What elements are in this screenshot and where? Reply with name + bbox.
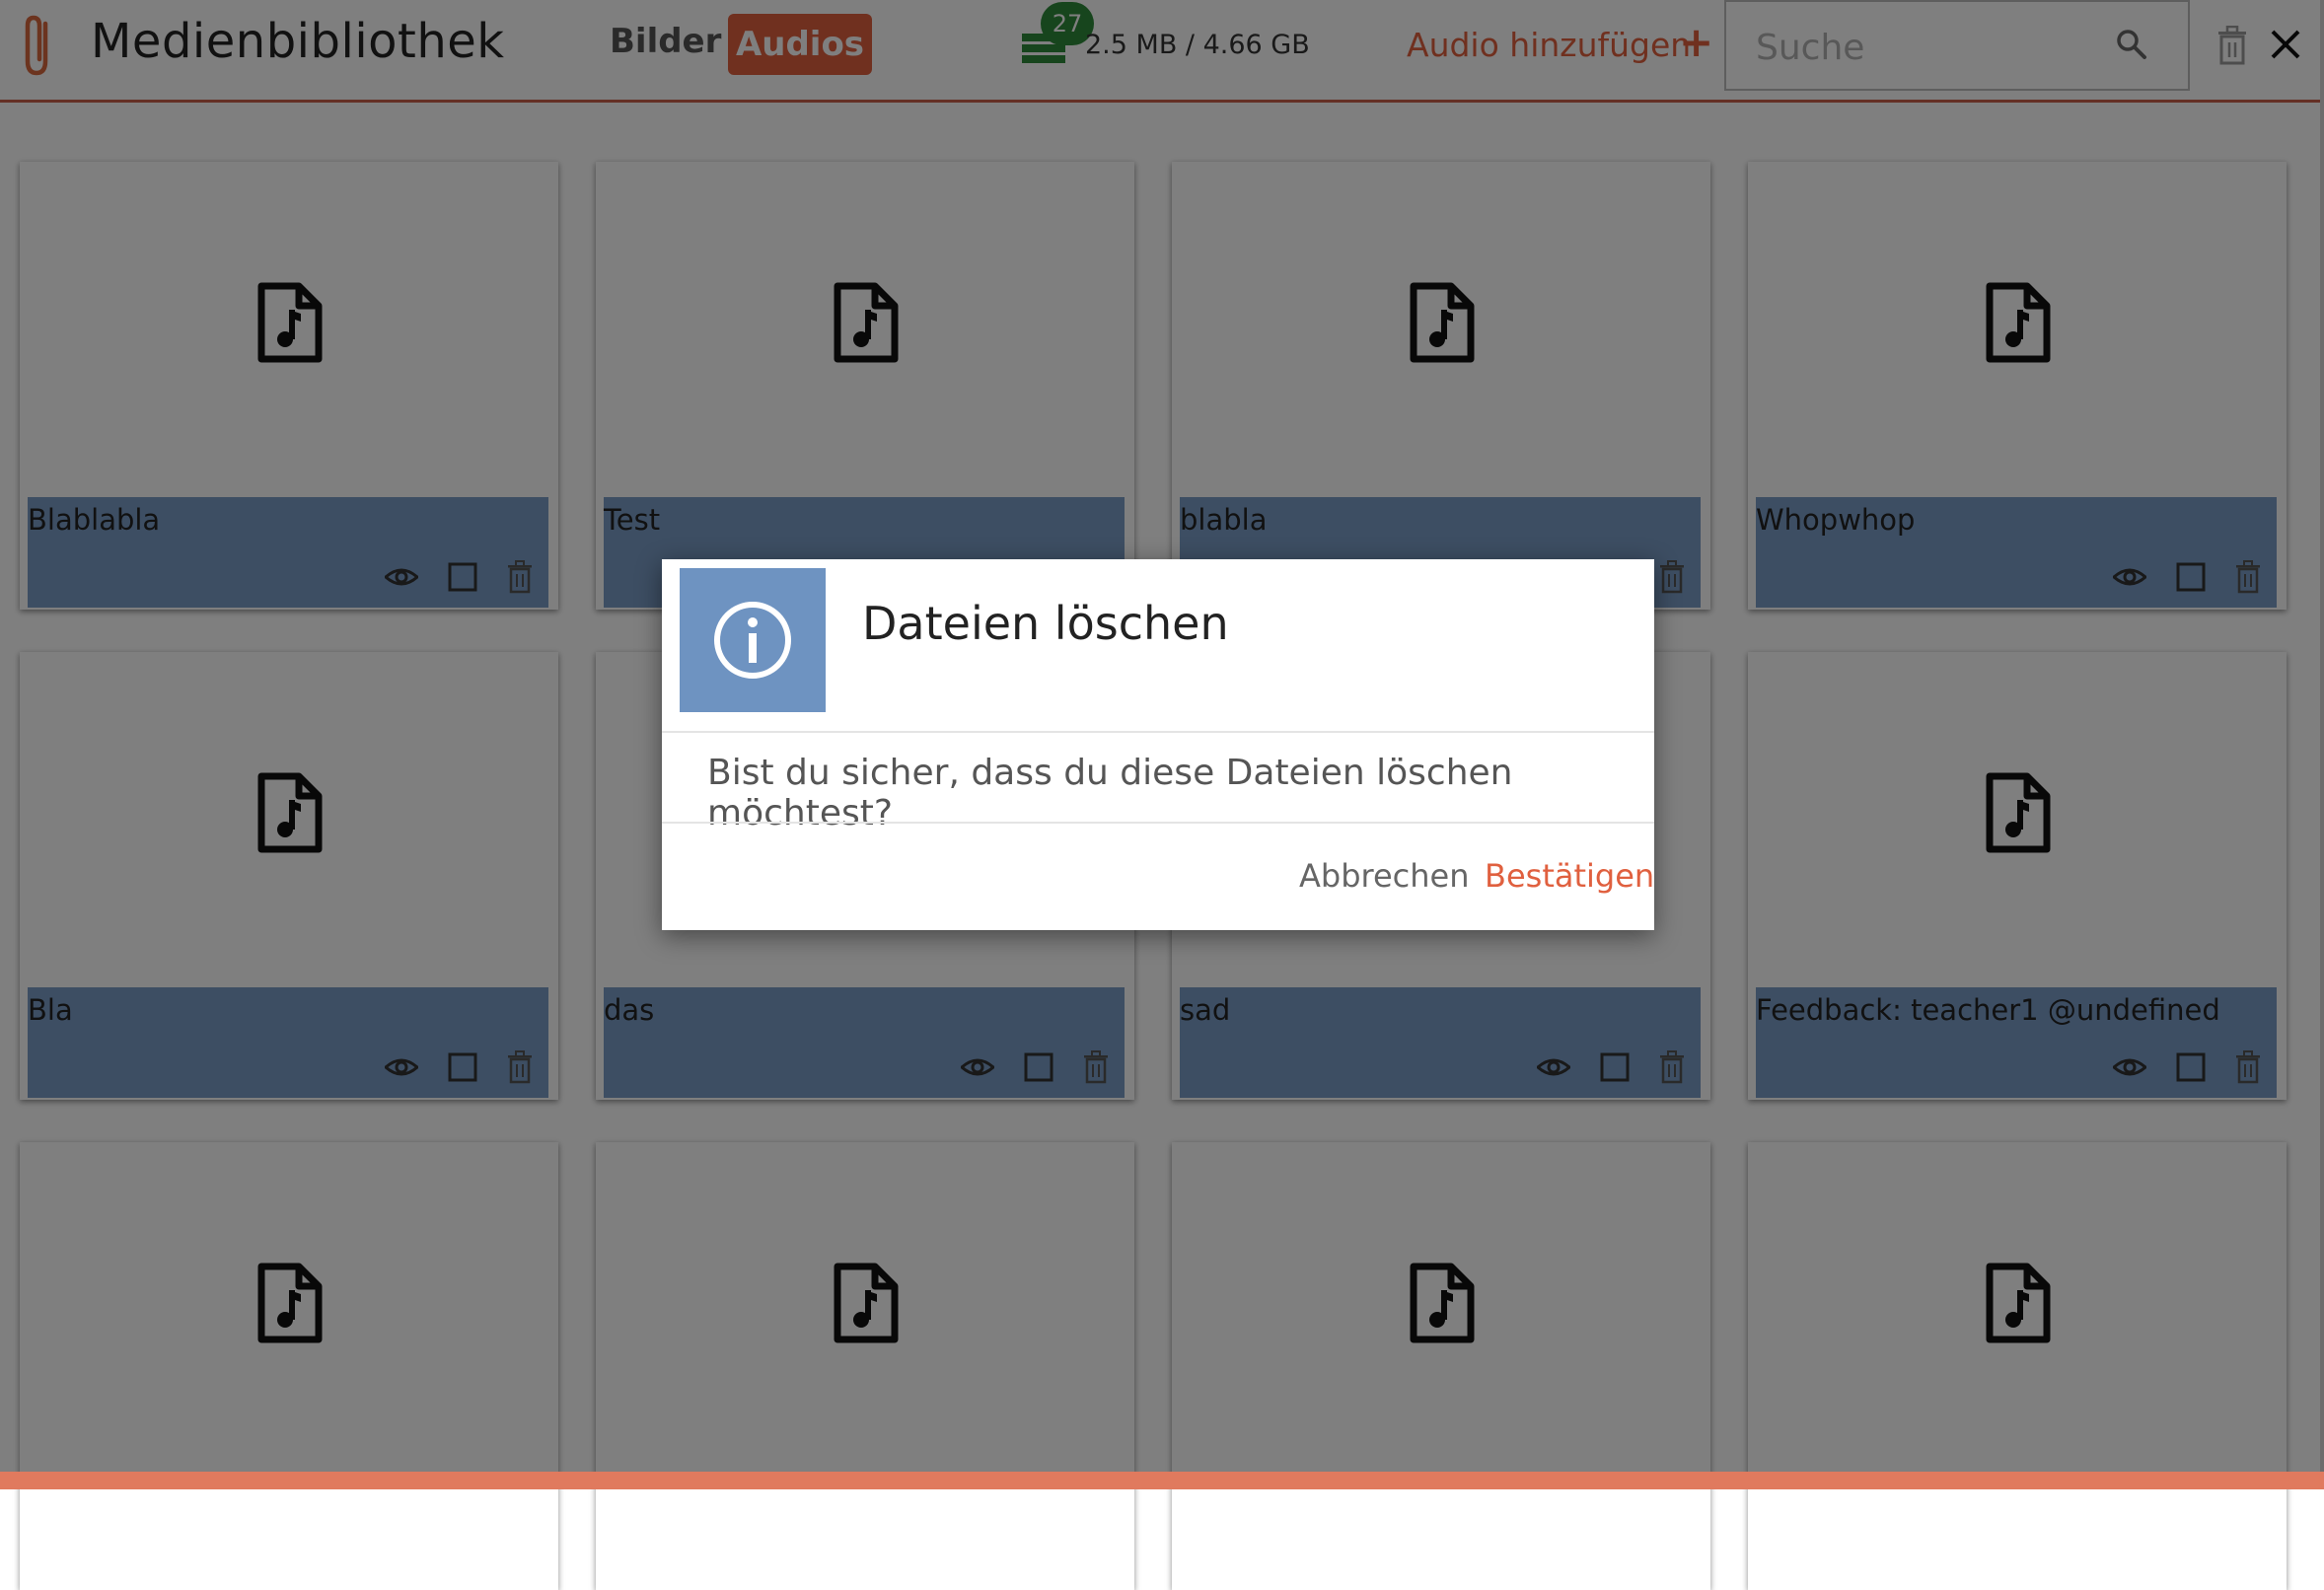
bottom-accent-bar [0, 1472, 2324, 1489]
info-icon [714, 602, 791, 679]
divider [662, 731, 1654, 733]
confirm-delete-dialog: Dateien löschen Bist du sicher, dass du … [662, 559, 1654, 930]
cancel-button[interactable]: Abbrechen [1299, 857, 1470, 895]
dialog-title: Dateien löschen [862, 597, 1229, 650]
confirm-button[interactable]: Bestätigen [1485, 857, 1654, 895]
dialog-icon-box [680, 568, 826, 712]
divider [662, 822, 1654, 824]
